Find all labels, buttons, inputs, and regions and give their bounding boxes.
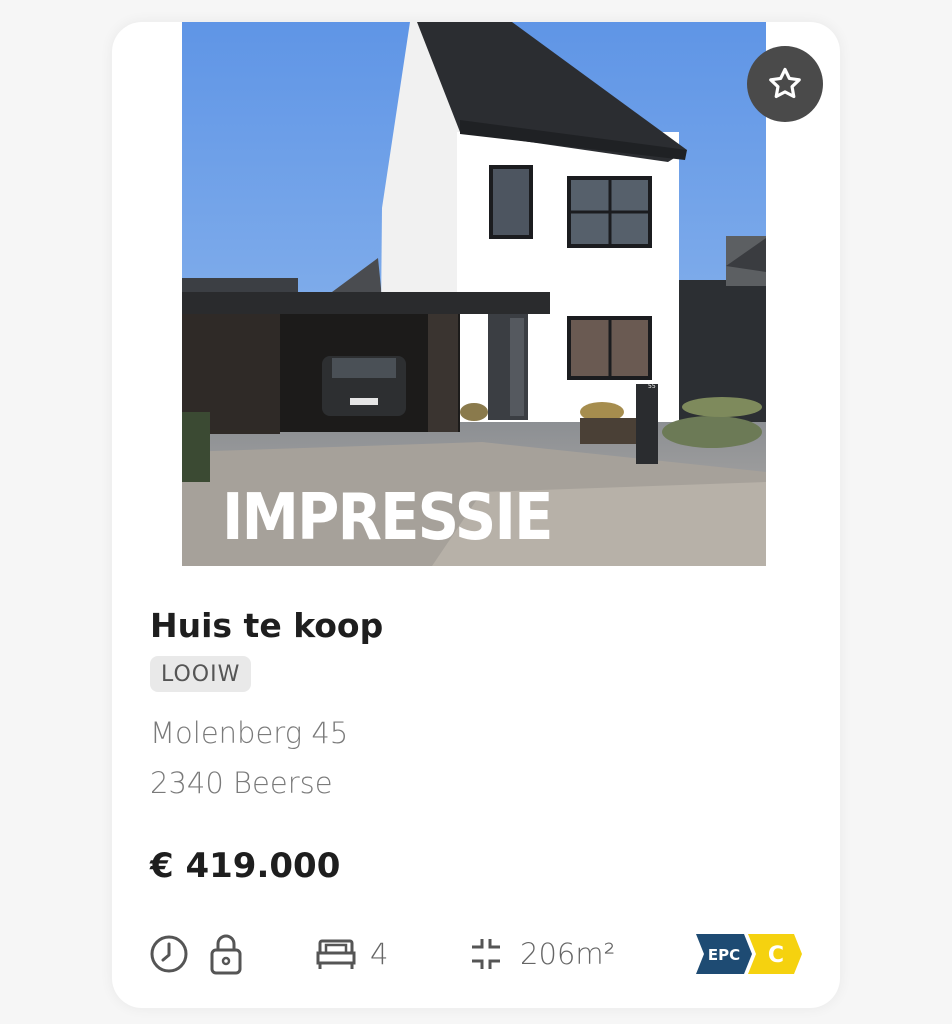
bed-icon xyxy=(316,939,356,969)
agency-badge: LOOIW xyxy=(150,656,252,692)
area-compress-icon xyxy=(472,939,500,969)
bedrooms-value: 4 xyxy=(370,937,389,971)
clock-feature xyxy=(148,932,190,976)
listing-card[interactable]: 55 IMPRESSIE Huis te koop LOOIW Molenber… xyxy=(112,22,840,1008)
address-street: Molenberg 45 xyxy=(150,716,349,750)
favorite-button[interactable] xyxy=(747,46,823,122)
star-outline-icon xyxy=(769,67,801,99)
epc-label: EPC C xyxy=(696,932,806,976)
listing-title: Huis te koop xyxy=(150,606,384,645)
area-value: 206m² xyxy=(520,937,616,971)
house-number-sign: 55 xyxy=(648,383,656,390)
area-feature: 206m² xyxy=(466,932,615,976)
photo-overlay-text: IMPRESSIE xyxy=(222,481,553,555)
lock-feature xyxy=(208,932,244,976)
epc-text: EPC xyxy=(708,946,740,964)
listing-photo[interactable]: 55 IMPRESSIE xyxy=(182,22,766,566)
features-row: 4 206m² EPC C xyxy=(148,932,808,976)
address-city: 2340 Beerse xyxy=(150,766,333,800)
clock-icon xyxy=(150,935,188,973)
epc-grade: C xyxy=(768,943,784,968)
epc-badge: EPC C xyxy=(696,934,802,974)
lock-icon xyxy=(210,934,242,975)
bedrooms-feature: 4 xyxy=(316,932,388,976)
listing-price: € 419.000 xyxy=(150,846,341,886)
